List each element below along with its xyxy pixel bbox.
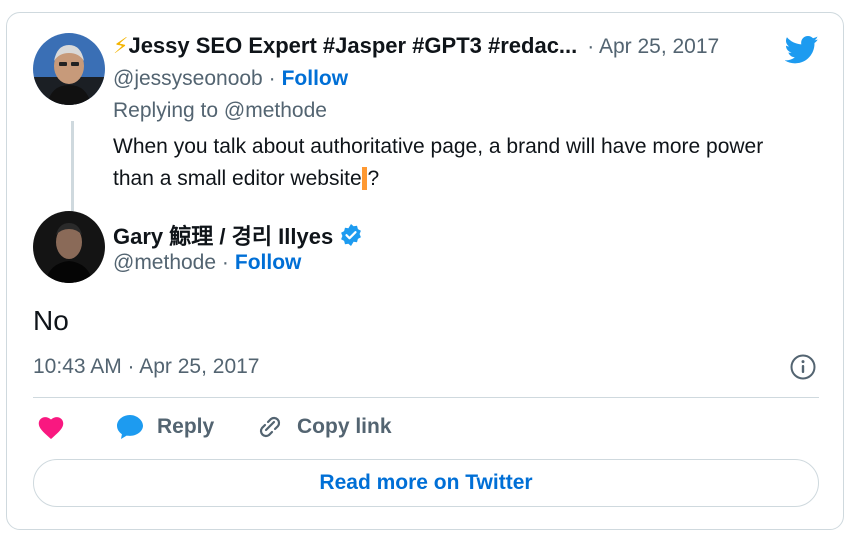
copy-link-button[interactable]: Copy link (255, 413, 392, 441)
reply-follow-link[interactable]: Follow (235, 251, 302, 275)
tweet-embed-card: ⚡ Jessy SEO Expert #Jasper #GPT3 #redac.… (6, 12, 844, 530)
info-icon[interactable] (789, 353, 817, 381)
parent-handle[interactable]: @jessyseonoob · (113, 67, 276, 91)
reply-action-button[interactable]: Reply (115, 413, 214, 441)
parent-text-end: ? (367, 167, 380, 190)
reply-timestamp[interactable]: 10:43 AM · Apr 25, 2017 (33, 355, 260, 379)
reply-handle[interactable]: @methode · (113, 251, 229, 275)
parent-tweet-text: When you talk about authoritative page, … (113, 131, 793, 195)
parent-display-name[interactable]: Jessy SEO Expert #Jasper #GPT3 #redac... (128, 33, 577, 59)
parent-avatar[interactable] (33, 33, 105, 105)
actions-top-divider (33, 397, 819, 398)
reply-action-label: Reply (157, 415, 215, 438)
reply-header: Gary 鯨理 / 경리 Illyes (113, 219, 363, 251)
lightning-emoji: ⚡ (113, 33, 129, 58)
reply-handle-row: @methode · Follow (113, 251, 301, 275)
parent-date[interactable]: · Apr 25, 2017 (587, 35, 719, 59)
thread-connector-line (71, 121, 74, 211)
parent-header: ⚡ Jessy SEO Expert #Jasper #GPT3 #redac.… (113, 33, 719, 59)
link-chain-icon (255, 413, 285, 441)
reply-tweet-text: No (33, 305, 69, 336)
read-more-on-twitter-button[interactable]: Read more on Twitter (33, 459, 819, 507)
twitter-bird-icon[interactable] (784, 35, 819, 65)
parent-text-main: When you talk about authoritative page, … (113, 135, 764, 190)
parent-follow-link[interactable]: Follow (282, 67, 349, 91)
like-heart-icon[interactable] (37, 414, 65, 440)
read-more-label: Read more on Twitter (319, 471, 533, 494)
reply-avatar[interactable] (33, 211, 105, 283)
verified-badge-icon (339, 223, 363, 247)
replying-to-label[interactable]: Replying to @methode (113, 99, 327, 123)
reply-display-name[interactable]: Gary 鯨理 / 경리 Illyes (113, 219, 333, 251)
copy-link-label: Copy link (297, 415, 392, 438)
reply-bubble-icon (115, 413, 145, 441)
parent-handle-row: @jessyseonoob · Follow (113, 67, 348, 91)
